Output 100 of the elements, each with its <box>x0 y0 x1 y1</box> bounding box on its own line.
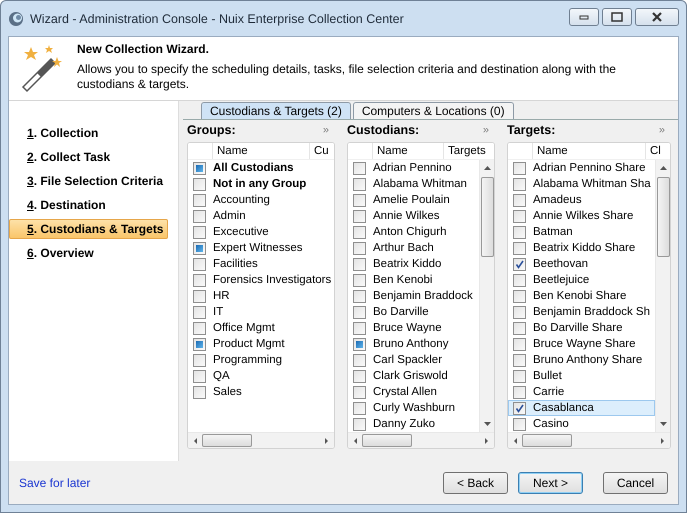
list-item[interactable]: Admin <box>213 210 246 222</box>
list-item[interactable]: Arthur Bach <box>373 242 434 254</box>
list-item[interactable]: Benjamin Braddock Sh <box>533 306 650 318</box>
checkbox[interactable] <box>353 338 366 350</box>
right-arrow-icon[interactable] <box>660 436 666 444</box>
checkbox[interactable] <box>513 402 526 414</box>
list-item[interactable]: Curly Washburn <box>373 402 456 414</box>
right-arrow-icon[interactable] <box>324 436 330 444</box>
horizontal-scrollbar[interactable] <box>188 432 334 448</box>
checkbox[interactable] <box>353 418 366 430</box>
checkbox[interactable] <box>193 210 206 222</box>
list-item[interactable]: All Custodians <box>213 162 294 174</box>
checkbox[interactable] <box>353 322 366 334</box>
list-item[interactable]: Bo Darville Share <box>533 322 622 334</box>
column-header[interactable]: Targets <box>444 145 494 157</box>
checkbox[interactable] <box>513 418 526 430</box>
expand-button[interactable]: » <box>482 124 495 136</box>
checkbox[interactable] <box>513 162 526 174</box>
list-item[interactable]: Beatrix Kiddo <box>373 258 442 270</box>
list-item[interactable]: Bruno Anthony <box>373 338 448 350</box>
list-item[interactable]: Bo Darville <box>373 306 429 318</box>
checkbox[interactable] <box>513 386 526 398</box>
checkbox[interactable] <box>353 386 366 398</box>
horizontal-scrollbar[interactable] <box>348 432 494 448</box>
list-item[interactable]: Bruce Wayne Share <box>533 338 636 350</box>
list-item[interactable]: Expert Witnesses <box>213 242 302 254</box>
checkbox[interactable] <box>353 258 366 270</box>
list-item[interactable]: Facilities <box>213 258 258 270</box>
horizontal-scrollbar[interactable] <box>508 432 670 448</box>
list-item[interactable]: Amelie Poulain <box>373 194 450 206</box>
checkbox[interactable] <box>513 210 526 222</box>
wizard-step[interactable]: 5. Custodians & Targets <box>9 219 168 239</box>
tab[interactable]: Custodians & Targets (2) <box>201 102 351 119</box>
save-for-later-link[interactable]: Save for later <box>19 476 90 490</box>
list-item[interactable]: Alabama Whitman <box>373 178 467 190</box>
checkbox[interactable] <box>513 354 526 366</box>
checkbox[interactable] <box>513 194 526 206</box>
list-item[interactable]: Bruce Wayne <box>373 322 442 334</box>
vertical-scrollbar[interactable] <box>655 160 670 432</box>
checkbox[interactable] <box>353 162 366 174</box>
list-item[interactable]: Ben Kenobi <box>373 274 432 286</box>
checkbox[interactable] <box>193 258 206 270</box>
checkbox[interactable] <box>513 178 526 190</box>
list-item[interactable]: Anton Chigurh <box>373 226 447 238</box>
vertical-scrollbar[interactable] <box>479 160 494 432</box>
left-arrow-icon[interactable] <box>512 436 518 444</box>
checkbox[interactable] <box>193 178 206 190</box>
right-arrow-icon[interactable] <box>484 436 490 444</box>
checkbox[interactable] <box>193 274 206 286</box>
list-item[interactable]: Sales <box>213 386 242 398</box>
scroll-thumb[interactable] <box>362 434 412 447</box>
expand-button[interactable]: » <box>322 124 335 136</box>
list-item[interactable]: Adrian Pennino <box>373 162 452 174</box>
list-item[interactable]: Beethovan <box>533 258 588 270</box>
checkbox[interactable] <box>353 306 366 318</box>
list-item[interactable]: Batman <box>533 226 573 238</box>
close-button[interactable] <box>635 8 679 26</box>
checkbox[interactable] <box>513 226 526 238</box>
checkbox[interactable] <box>513 274 526 286</box>
checkbox[interactable] <box>513 290 526 302</box>
checkbox[interactable] <box>193 290 206 302</box>
checkbox[interactable] <box>353 290 366 302</box>
checkbox[interactable] <box>513 370 526 382</box>
up-arrow-icon[interactable] <box>660 165 666 171</box>
list-item[interactable]: Not in any Group <box>213 178 306 190</box>
expand-button[interactable]: » <box>658 124 671 136</box>
checkbox[interactable] <box>353 194 366 206</box>
list-item[interactable]: Ben Kenobi Share <box>533 290 626 302</box>
column-header[interactable]: Name <box>373 143 444 159</box>
checkbox[interactable] <box>353 226 366 238</box>
list-item[interactable]: QA <box>213 370 230 382</box>
tab[interactable]: Computers & Locations (0) <box>352 102 514 119</box>
wizard-button[interactable]: < Back <box>443 472 508 494</box>
checkbox[interactable] <box>193 194 206 206</box>
down-arrow-icon[interactable] <box>484 421 490 427</box>
checkbox[interactable] <box>193 386 206 398</box>
scroll-thumb[interactable] <box>480 177 494 257</box>
checkbox[interactable] <box>353 210 366 222</box>
checkbox[interactable] <box>353 274 366 286</box>
up-arrow-icon[interactable] <box>484 165 490 171</box>
checkbox[interactable] <box>353 402 366 414</box>
checkbox[interactable] <box>353 354 366 366</box>
checkbox[interactable] <box>193 322 206 334</box>
list-item[interactable]: Carl Spackler <box>373 354 442 366</box>
list-item[interactable]: Excecutive <box>213 226 269 238</box>
list-item[interactable]: Bullet <box>533 370 562 382</box>
column-header[interactable]: Name <box>213 143 310 159</box>
list-item[interactable]: Product Mgmt <box>213 338 285 350</box>
list-item[interactable]: Carrie <box>533 386 564 398</box>
list-item[interactable]: Danny Zuko <box>373 418 436 430</box>
list-item[interactable]: Accounting <box>213 194 270 206</box>
list-item[interactable]: Office Mgmt <box>213 322 275 334</box>
checkbox[interactable] <box>513 322 526 334</box>
wizard-step[interactable]: 3. File Selection Criteria <box>9 171 168 191</box>
list-item[interactable]: Annie Wilkes <box>373 210 440 222</box>
list-item[interactable]: Annie Wilkes Share <box>533 210 634 222</box>
column-header[interactable]: Name <box>533 143 646 159</box>
list-item[interactable]: Crystal Allen <box>373 386 437 398</box>
scroll-thumb[interactable] <box>202 434 252 447</box>
down-arrow-icon[interactable] <box>660 421 666 427</box>
